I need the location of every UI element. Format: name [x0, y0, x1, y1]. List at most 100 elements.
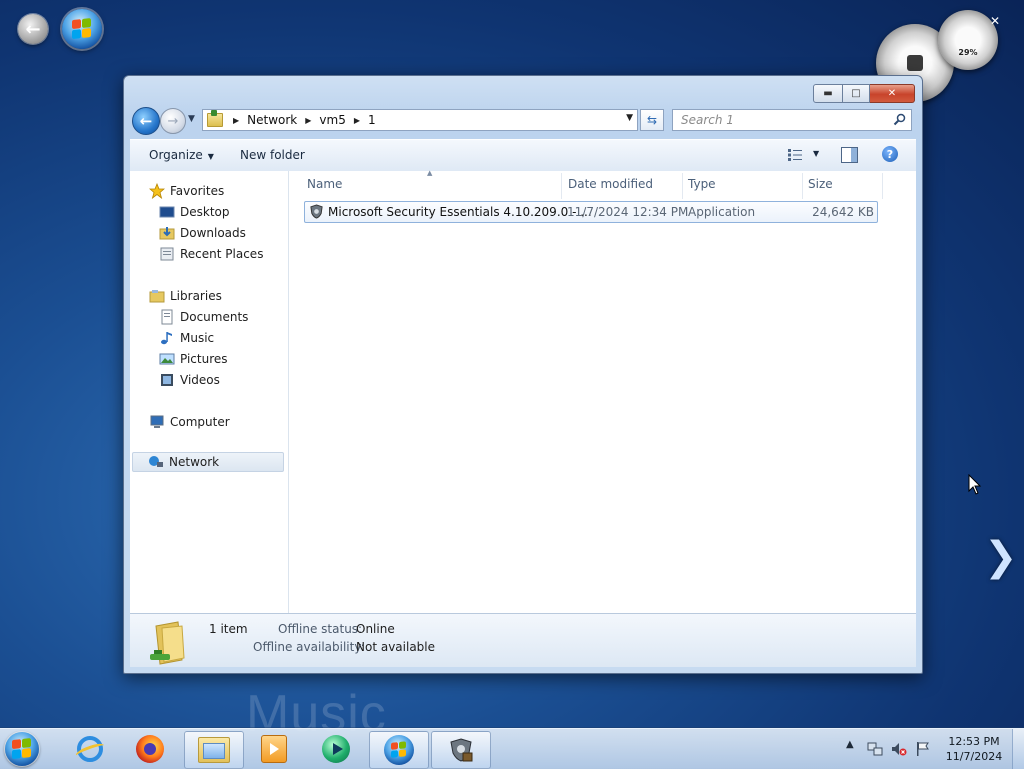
nav-network-label: Network	[169, 455, 220, 469]
taskbar-media-player[interactable]	[245, 731, 303, 767]
taskbar-windows-explorer[interactable]	[184, 731, 244, 769]
back-button[interactable]: ←	[132, 107, 160, 135]
nav-pictures[interactable]: Pictures	[159, 349, 228, 369]
file-date: 11/7/2024 12:34 PM	[567, 205, 689, 219]
minimize-button[interactable]: ▬	[813, 84, 843, 103]
nav-downloads[interactable]: Downloads	[159, 223, 246, 243]
gadget-percent-label: 29%	[958, 48, 978, 57]
taskbar-media-center[interactable]	[307, 731, 365, 767]
column-divider[interactable]	[682, 173, 683, 199]
refresh-icon: ⇆	[646, 113, 658, 127]
close-icon: ✕	[887, 88, 897, 99]
gadget-close-icon[interactable]: ✕	[990, 14, 1000, 28]
nav-libraries[interactable]: Libraries	[149, 286, 222, 306]
documents-icon	[161, 309, 173, 325]
breadcrumb-chevron-icon[interactable]: ▶	[305, 116, 311, 125]
start-button[interactable]	[5, 732, 39, 766]
nav-downloads-label: Downloads	[180, 226, 246, 240]
system-clock[interactable]: 12:53 PM 11/7/2024	[944, 734, 1004, 764]
breadcrumb-network[interactable]: Network	[247, 113, 297, 127]
offline-availability-label: Offline availability:	[253, 640, 365, 654]
column-divider[interactable]	[802, 173, 803, 199]
memory-meter-gadget[interactable]: 29%	[938, 10, 998, 70]
new-folder-button[interactable]: New folder	[240, 148, 305, 162]
view-list-icon[interactable]	[787, 148, 803, 162]
column-header-date[interactable]: Date modified	[568, 177, 653, 191]
file-row[interactable]: Microsoft Security Essentials 4.10.209.0…	[304, 201, 878, 223]
search-input[interactable]	[679, 112, 888, 128]
sort-ascending-icon: ▲	[427, 169, 433, 177]
maximize-button[interactable]: □	[843, 84, 870, 103]
nav-videos-label: Videos	[180, 373, 220, 387]
windows-explorer-icon	[198, 737, 230, 763]
recent-pages-dropdown[interactable]: ▼	[188, 114, 195, 124]
nav-computer[interactable]: Computer	[149, 412, 230, 432]
breadcrumb-chevron-icon[interactable]: ▶	[354, 116, 360, 125]
security-essentials-app-icon	[310, 204, 323, 219]
offline-status-value: Online	[356, 622, 395, 636]
views-dropdown[interactable]: ▼	[813, 149, 819, 158]
nav-network[interactable]: Network	[132, 452, 284, 472]
security-essentials-installer-icon	[450, 738, 473, 762]
offline-status-label: Offline status:	[278, 622, 363, 636]
nav-favorites-label: Favorites	[170, 184, 225, 198]
organize-button[interactable]: Organize ▼	[149, 148, 214, 162]
firefox-icon	[136, 735, 164, 763]
chevron-right-icon[interactable]: ❯	[984, 534, 1018, 580]
nav-music[interactable]: Music	[159, 328, 214, 348]
explorer-window[interactable]: ▬ □ ✕ ← → ▼ ▶ Network ▶ vm5 ▶ 1 ▼ ⇆ Orga…	[123, 75, 923, 674]
nav-desktop-label: Desktop	[180, 205, 230, 219]
column-header-name[interactable]: Name	[307, 177, 342, 191]
chevron-down-icon: ▼	[207, 152, 214, 161]
network-tray-icon[interactable]	[867, 741, 883, 757]
breadcrumb-chevron-icon[interactable]: ▶	[233, 116, 239, 125]
navigation-pane: Favorites Desktop Downloads Recent Place…	[130, 171, 289, 613]
column-divider[interactable]	[882, 173, 883, 199]
nav-music-label: Music	[180, 331, 215, 345]
preview-pane-icon[interactable]	[841, 147, 858, 163]
search-icon[interactable]	[893, 113, 906, 126]
libraries-icon	[149, 290, 165, 303]
nav-favorites[interactable]: Favorites	[149, 181, 224, 201]
nav-computer-label: Computer	[170, 415, 230, 429]
desktop-windows-orb[interactable]	[62, 9, 102, 49]
nav-pictures-label: Pictures	[180, 352, 228, 366]
breadcrumb-vm5[interactable]: vm5	[319, 113, 345, 127]
desktop-back-button[interactable]: ←	[18, 14, 48, 44]
arrow-left-icon: ←	[139, 112, 153, 130]
music-note-icon	[161, 332, 172, 345]
action-center-flag-icon[interactable]	[915, 741, 931, 757]
column-divider[interactable]	[561, 173, 562, 199]
maximize-icon: □	[851, 88, 861, 99]
nav-recent-places[interactable]: Recent Places	[159, 244, 263, 264]
taskbar-windows-app[interactable]	[369, 731, 429, 769]
help-icon[interactable]: ?	[882, 146, 898, 162]
close-button[interactable]: ✕	[870, 84, 915, 103]
breadcrumb-1[interactable]: 1	[368, 113, 376, 127]
clock-date: 11/7/2024	[945, 750, 1003, 763]
taskbar-internet-explorer[interactable]	[61, 731, 119, 767]
computer-icon	[150, 415, 164, 428]
file-list[interactable]: ▲ Name Date modified Type Size Microsoft…	[289, 169, 916, 613]
nav-videos[interactable]: Videos	[159, 370, 220, 390]
taskbar-firefox[interactable]	[121, 731, 179, 767]
column-header-size[interactable]: Size	[808, 177, 833, 191]
item-count: 1 item	[209, 622, 248, 636]
show-hidden-icons-button[interactable]: ▲	[846, 739, 854, 750]
taskbar-security-essentials-setup[interactable]	[431, 731, 491, 769]
nav-documents[interactable]: Documents	[159, 307, 248, 327]
column-header-type[interactable]: Type	[688, 177, 716, 191]
volume-muted-icon[interactable]	[891, 741, 907, 757]
network-folder-icon	[150, 621, 185, 665]
media-player-icon	[261, 735, 287, 763]
mouse-cursor-icon	[968, 474, 982, 495]
show-desktop-button[interactable]	[1012, 729, 1024, 769]
nav-desktop[interactable]: Desktop	[159, 202, 230, 222]
file-size: 24,642 KB	[812, 205, 874, 219]
address-bar[interactable]: ▶ Network ▶ vm5 ▶ 1 ▼	[202, 109, 638, 131]
internet-explorer-icon	[77, 736, 103, 762]
refresh-button[interactable]: ⇆	[640, 109, 664, 131]
downloads-folder-icon	[159, 227, 175, 240]
forward-button[interactable]: →	[160, 108, 186, 134]
address-history-dropdown[interactable]: ▼	[626, 113, 633, 123]
